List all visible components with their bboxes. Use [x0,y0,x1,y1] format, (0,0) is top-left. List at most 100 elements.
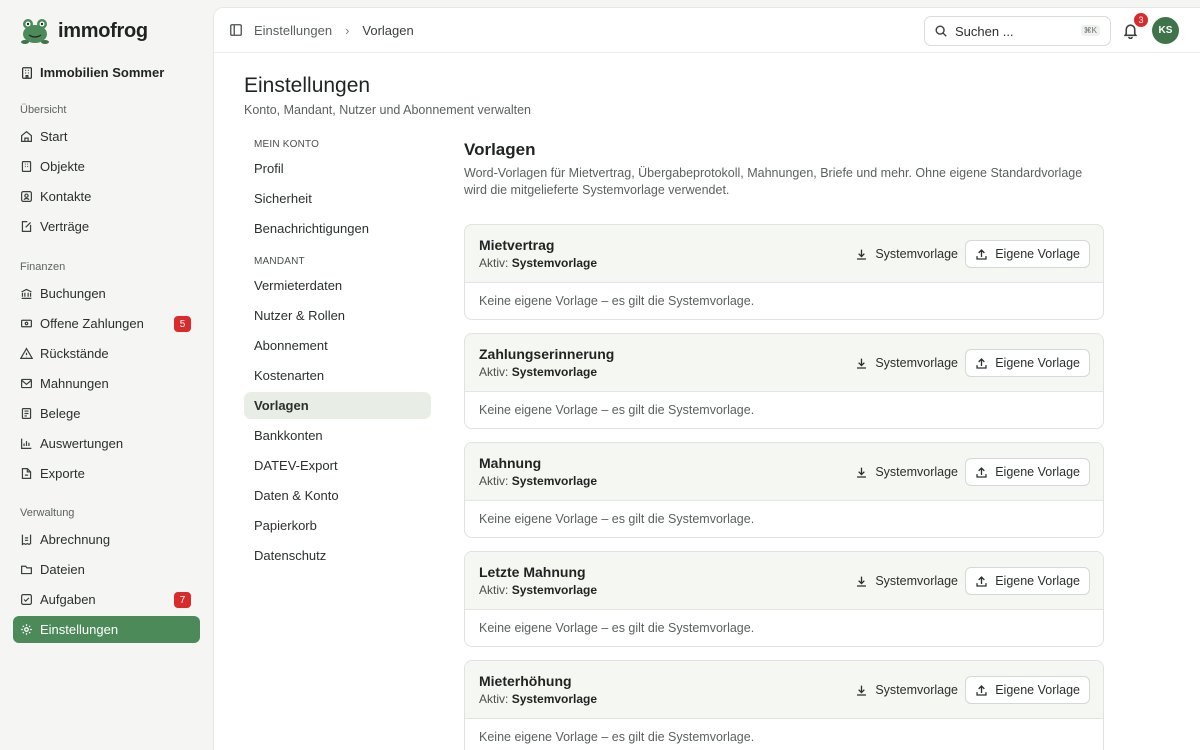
active-template: Aktiv: Systemvorlage [479,256,597,270]
card-header: Mahnung Aktiv: Systemvorlage Systemvorla… [465,443,1103,501]
search-icon [935,25,947,37]
upload-own-template-button[interactable]: Eigene Vorlage [965,349,1090,377]
calculator-icon [21,534,32,546]
sidebar-item-objekte[interactable]: Objekte [13,153,200,180]
template-card-mieterhoehung: Mieterhöhung Aktiv: Systemvorlage System… [464,660,1104,750]
app-name: immofrog [58,19,148,42]
sidebar-item-offene-zahlungen[interactable]: Offene Zahlungen 5 [13,310,200,337]
search-placeholder: Suchen ... [955,23,1014,39]
upload-own-template-button[interactable]: Eigene Vorlage [965,240,1090,268]
contract-icon [21,221,32,232]
download-system-template-button[interactable]: Systemvorlage [855,458,958,486]
settings-item-datev-export[interactable]: DATEV-Export [244,452,431,479]
tenant-switcher[interactable]: Immobilien Sommer [20,65,164,80]
section-title: Vorlagen [464,140,536,159]
section-description: Word-Vorlagen für Mietvertrag, Übergabep… [464,166,1083,197]
download-system-template-button[interactable]: Systemvorlage [855,676,958,704]
active-prefix: Aktiv: [479,692,509,706]
active-prefix: Aktiv: [479,474,509,488]
active-template: Aktiv: Systemvorlage [479,365,597,379]
sidebar-item-kontakte[interactable]: Kontakte [13,183,200,210]
sidebar-item-label: Kontakte [40,189,92,204]
avatar[interactable]: KS [1152,17,1179,44]
gear-icon [21,624,32,635]
card-header: Letzte Mahnung Aktiv: Systemvorlage Syst… [465,552,1103,610]
logo[interactable]: immofrog [20,17,148,45]
sidebar-item-exporte[interactable]: Exporte [13,460,200,487]
download-icon [857,467,867,478]
download-system-template-button[interactable]: Systemvorlage [855,349,958,377]
sidebar-item-label: Dateien [40,562,85,577]
card-header: Zahlungserinnerung Aktiv: Systemvorlage … [465,334,1103,392]
folder-icon [21,565,32,575]
button-label: Systemvorlage [875,356,958,370]
sidebar-item-label: Exporte [40,466,85,481]
active-prefix: Aktiv: [479,583,509,597]
template-name: Mahnung [479,455,542,471]
sidebar-item-auswertungen[interactable]: Auswertungen [13,430,200,457]
building-icon [22,66,32,79]
settings-item-vermieterdaten[interactable]: Vermieterdaten [244,272,431,299]
template-name: Letzte Mahnung [479,564,586,580]
download-system-template-button[interactable]: Systemvorlage [855,240,958,268]
settings-item-abonnement[interactable]: Abonnement [244,332,431,359]
building-icon [21,161,32,172]
settings-item-nutzer-rollen[interactable]: Nutzer & Rollen [244,302,431,329]
chart-icon [21,438,32,449]
sidebar-toggle-icon[interactable] [229,23,243,37]
page-title: Einstellungen [244,74,371,97]
button-label: Eigene Vorlage [995,356,1080,370]
template-note: Keine eigene Vorlage – es gilt die Syste… [479,621,755,635]
settings-item-bankkonten[interactable]: Bankkonten [244,422,431,449]
sidebar-item-einstellungen[interactable]: Einstellungen [13,616,200,643]
template-name: Mietvertrag [479,237,555,253]
settings-item-vorlagen[interactable]: Vorlagen [244,392,431,419]
sidebar-item-abrechnung[interactable]: Abrechnung [13,526,200,553]
template-note: Keine eigene Vorlage – es gilt die Syste… [479,730,755,744]
settings-item-kostenarten[interactable]: Kostenarten [244,362,431,389]
sidebar-item-dateien[interactable]: Dateien [13,556,200,583]
button-label: Systemvorlage [875,574,958,588]
template-name: Zahlungserinnerung [479,346,615,362]
sidebar-item-buchungen[interactable]: Buchungen [13,280,200,307]
settings-item-benachrichtigungen[interactable]: Benachrichtigungen [244,215,431,242]
card-header: Mietvertrag Aktiv: Systemvorlage Systemv… [465,225,1103,283]
breadcrumb-item-einstellungen[interactable]: Einstellungen [254,23,332,38]
sidebar-item-start[interactable]: Start [13,123,200,150]
export-icon [21,468,32,479]
sidebar-item-label: Belege [40,406,81,421]
notification-badge: 3 [1134,13,1148,27]
template-card-mahnung: Mahnung Aktiv: Systemvorlage Systemvorla… [464,442,1104,538]
warning-icon [20,347,33,359]
tenant-name: Immobilien Sommer [40,65,165,80]
template-name: Mieterhöhung [479,673,572,689]
template-card-letzte-mahnung: Letzte Mahnung Aktiv: Systemvorlage Syst… [464,551,1104,647]
settings-group-label: Mein Konto [254,139,320,150]
upload-own-template-button[interactable]: Eigene Vorlage [965,567,1090,595]
sidebar-item-vertraege[interactable]: Verträge [13,213,200,240]
sidebar-item-rueckstaende[interactable]: Rückstände [13,340,200,367]
count-badge: 7 [174,592,191,608]
search-input[interactable]: Suchen ... ⌘K [924,16,1111,46]
upload-icon [976,684,987,696]
search-shortcut: ⌘K [1080,25,1100,36]
active-value: Systemvorlage [511,583,598,597]
sidebar-item-mahnungen[interactable]: Mahnungen [13,370,200,397]
settings-item-profil[interactable]: Profil [244,155,431,182]
sidebar-item-aufgaben[interactable]: Aufgaben 7 [13,586,200,613]
settings-item-datenschutz[interactable]: Datenschutz [244,542,431,569]
upload-icon [976,466,987,478]
bank-icon [21,288,32,299]
settings-item-daten-konto[interactable]: Daten & Konto [244,482,431,509]
sidebar-item-belege[interactable]: Belege [13,400,200,427]
download-icon [857,576,867,587]
breadcrumb: Einstellungen › Vorlagen [254,23,414,38]
download-system-template-button[interactable]: Systemvorlage [855,567,958,595]
settings-item-sicherheit[interactable]: Sicherheit [244,185,431,212]
settings-item-papierkorb[interactable]: Papierkorb [244,512,431,539]
upload-own-template-button[interactable]: Eigene Vorlage [965,676,1090,704]
sidebar-item-label: Mahnungen [40,376,109,391]
topbar: Einstellungen › Vorlagen Suchen ... ⌘K 3… [214,8,1200,53]
upload-own-template-button[interactable]: Eigene Vorlage [965,458,1090,486]
payment-icon [21,319,32,328]
